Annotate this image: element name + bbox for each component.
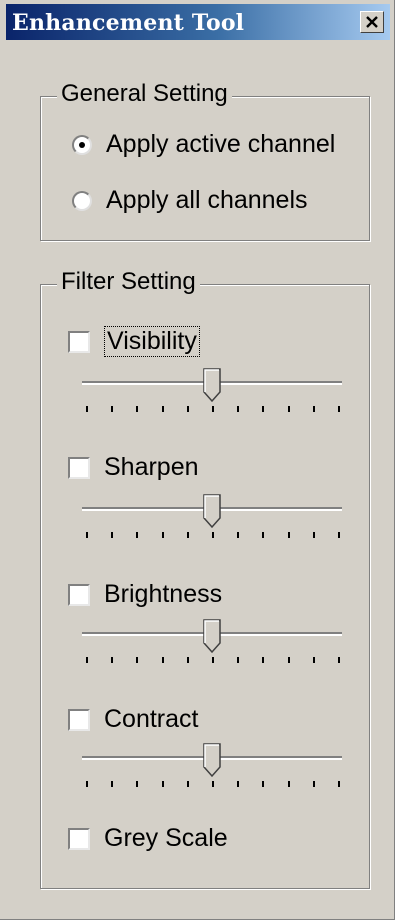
window-title: Enhancement Tool [12, 10, 245, 36]
slider-tick [136, 781, 139, 787]
slider-tick [262, 781, 265, 787]
slider-tick [161, 406, 164, 412]
radio-button[interactable] [72, 190, 92, 211]
slider-tick [287, 657, 290, 663]
radio-apply-active-channel[interactable]: Apply active channel [72, 130, 335, 159]
slider-tick [312, 532, 315, 538]
slider-tick [262, 406, 265, 412]
slider-ticks [78, 657, 348, 667]
checkbox[interactable] [68, 827, 90, 850]
slider-ticks [78, 781, 348, 791]
checkbox-label: Grey Scale [104, 824, 228, 852]
slider-tick [312, 781, 315, 787]
filter-setting-legend: Filter Setting [57, 268, 200, 296]
general-setting-group: General Setting [40, 80, 370, 241]
checkbox-grey-scale[interactable]: Grey Scale [68, 824, 228, 853]
slider-tick [161, 781, 164, 787]
slider-ticks [78, 406, 348, 416]
checkbox-brightness[interactable]: Brightness [68, 580, 222, 609]
slider-tick [186, 532, 189, 538]
slider-tick [312, 657, 315, 663]
checkbox-label: Brightness [104, 580, 223, 608]
slider-tick [338, 657, 340, 663]
checkbox-contract[interactable]: Contract [68, 705, 198, 734]
checkbox-visibility[interactable]: Visibility [68, 326, 200, 357]
slider-tick [111, 781, 114, 787]
radio-label: Apply active channel [106, 130, 336, 158]
slider-tick [212, 406, 214, 412]
slider-tick [287, 781, 290, 787]
slider-tick [338, 406, 340, 412]
slider-tick [237, 657, 240, 663]
slider-tick [186, 781, 189, 787]
slider-tick [111, 657, 114, 663]
slider-tick [287, 406, 290, 412]
slider-thumb[interactable] [203, 494, 221, 528]
slider-tick [186, 406, 189, 412]
slider-tick [212, 657, 214, 663]
title-bar[interactable]: Enhancement Tool [6, 4, 390, 40]
enhancement-tool-window: Enhancement Tool General Setting Apply a… [0, 0, 395, 920]
checkbox-label: Contract [104, 705, 199, 733]
slider-tick [136, 532, 139, 538]
slider-tick [161, 657, 164, 663]
slider-tick [262, 657, 265, 663]
close-button[interactable] [360, 11, 384, 33]
general-setting-legend: General Setting [57, 80, 232, 108]
slider-tick [237, 532, 240, 538]
visibility-slider[interactable] [78, 368, 348, 420]
slider-thumb[interactable] [203, 368, 221, 402]
brightness-slider[interactable] [78, 619, 348, 671]
slider-tick [136, 406, 139, 412]
contract-slider[interactable] [78, 743, 348, 795]
radio-label: Apply all channels [106, 186, 308, 214]
slider-tick [237, 406, 240, 412]
sharpen-slider[interactable] [78, 494, 348, 546]
slider-tick [186, 657, 189, 663]
slider-tick [161, 532, 164, 538]
slider-ticks [78, 532, 348, 542]
slider-tick [86, 781, 88, 787]
checkbox[interactable] [68, 708, 90, 731]
slider-tick [287, 532, 290, 538]
slider-thumb[interactable] [203, 619, 221, 653]
radio-apply-all-channels[interactable]: Apply all channels [72, 186, 308, 215]
slider-tick [262, 532, 265, 538]
slider-tick [338, 532, 340, 538]
slider-tick [338, 781, 340, 787]
slider-tick [86, 406, 88, 412]
checkbox-sharpen[interactable]: Sharpen [68, 453, 199, 482]
checkbox[interactable] [68, 583, 90, 606]
close-icon [366, 16, 378, 28]
checkbox-label: Visibility [104, 326, 200, 357]
checkbox-label: Sharpen [104, 453, 199, 481]
slider-tick [111, 532, 114, 538]
slider-tick [237, 781, 240, 787]
slider-tick [86, 532, 88, 538]
slider-tick [86, 657, 88, 663]
slider-tick [312, 406, 315, 412]
slider-tick [136, 657, 139, 663]
slider-tick [212, 781, 214, 787]
checkbox[interactable] [68, 330, 90, 353]
slider-thumb[interactable] [203, 743, 221, 777]
slider-tick [111, 406, 114, 412]
radio-button-selected[interactable] [72, 134, 92, 155]
checkbox[interactable] [68, 456, 90, 479]
slider-tick [212, 532, 214, 538]
